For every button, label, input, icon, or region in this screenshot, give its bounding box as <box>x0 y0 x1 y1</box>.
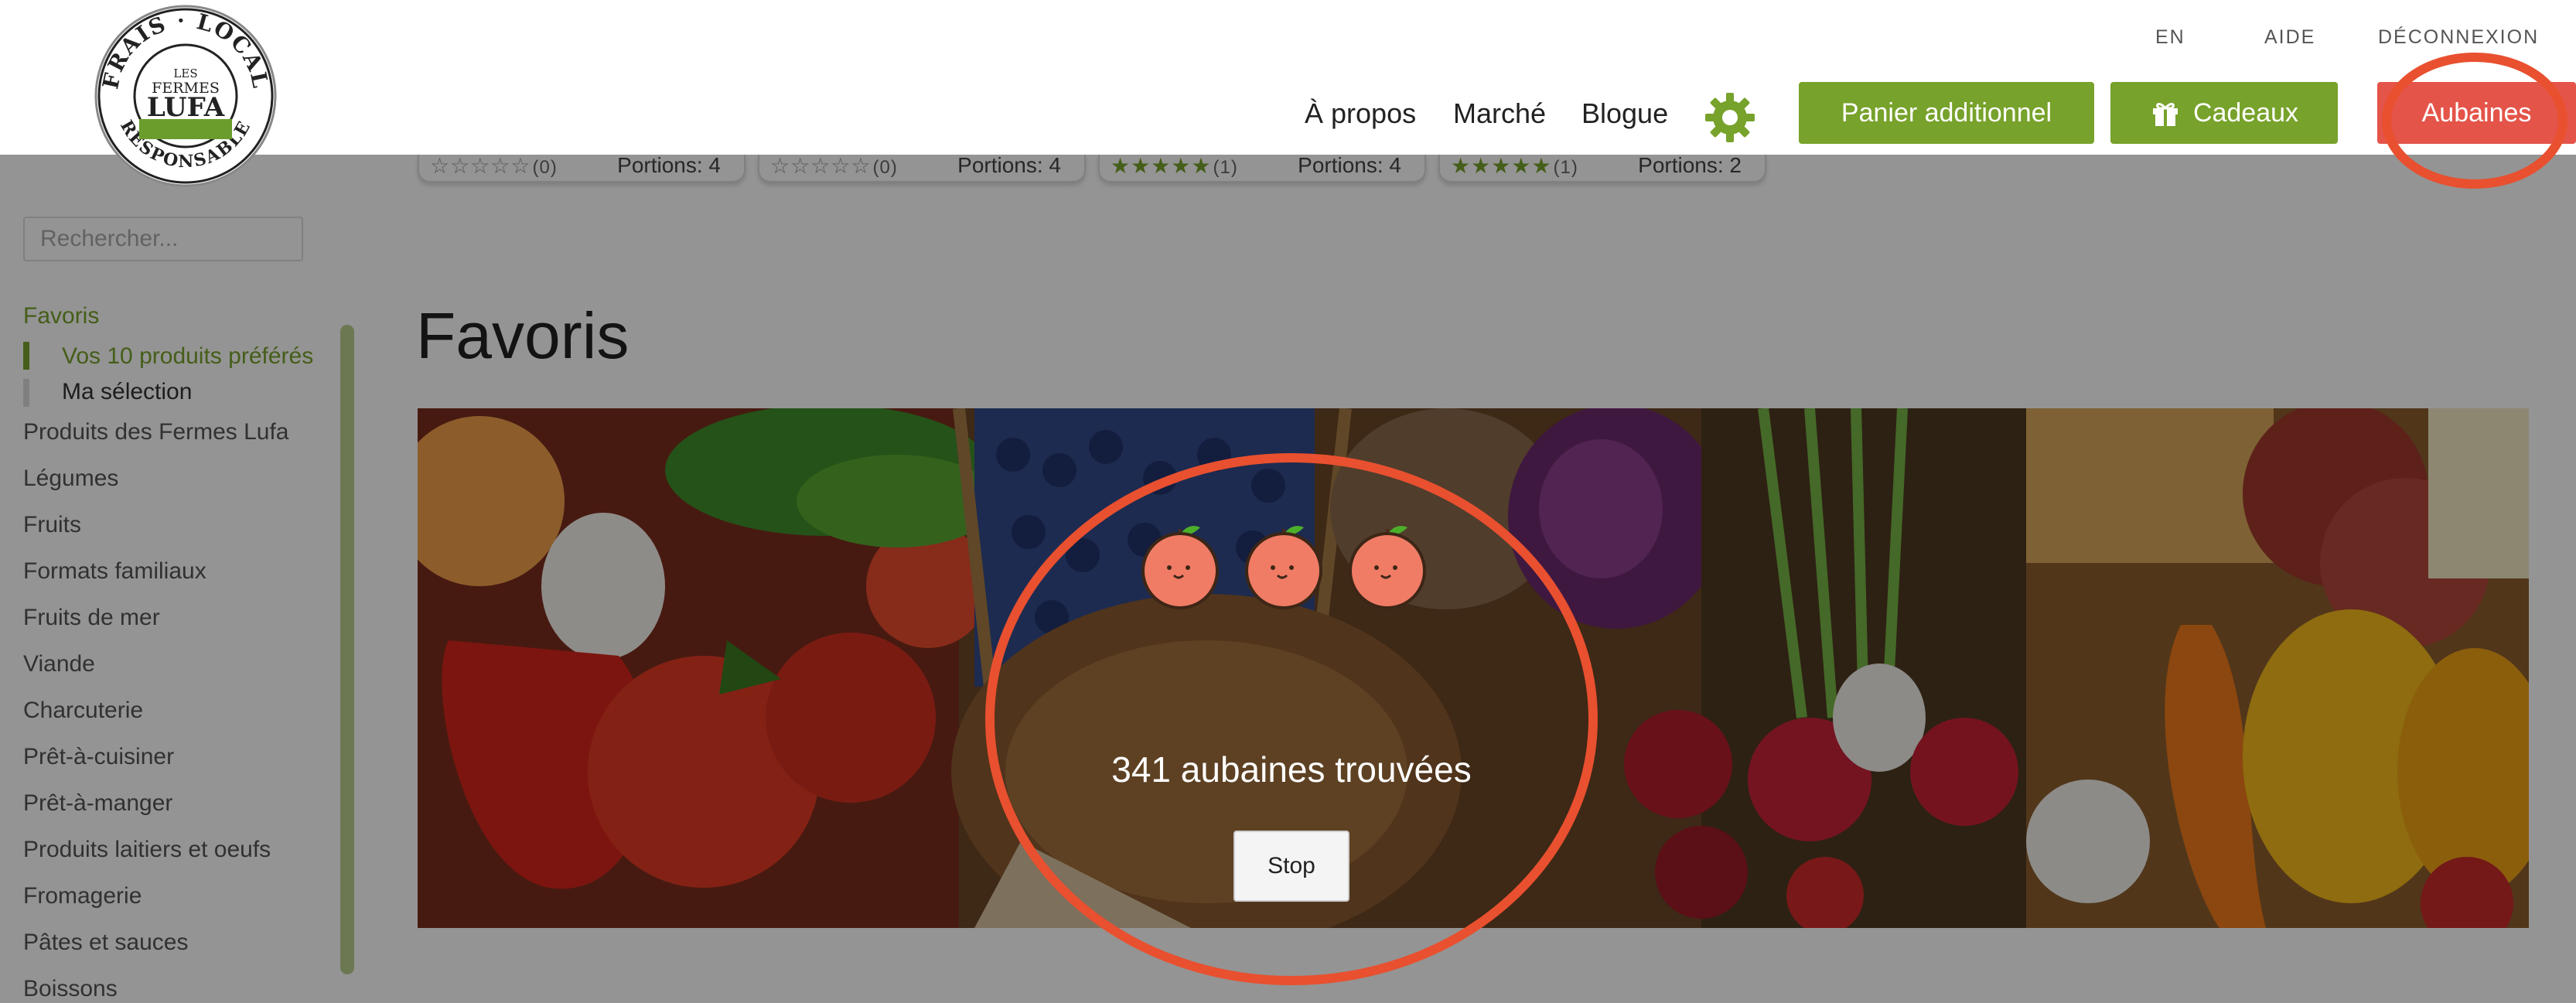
gift-icon <box>2152 103 2178 126</box>
logout-link[interactable]: DÉCONNEXION <box>2378 26 2539 49</box>
nav-market[interactable]: Marché <box>1453 97 1546 130</box>
top-utility-bar <box>0 0 2576 77</box>
gifts-button[interactable]: Cadeaux <box>2110 82 2338 144</box>
logo-line1: LES <box>173 67 197 80</box>
deals-button[interactable]: Aubaines <box>2377 82 2576 144</box>
help-link[interactable]: AIDE <box>2264 26 2315 49</box>
peach-icon <box>1245 526 1322 609</box>
lufa-farms-logo[interactable]: FRAIS · LOCAL RESPONSABLE LES FERMES LUF… <box>93 3 278 189</box>
deals-label: Aubaines <box>2421 97 2532 128</box>
language-link[interactable]: EN <box>2155 26 2185 49</box>
extra-basket-label: Panier additionnel <box>1841 97 2052 128</box>
extra-basket-button[interactable]: Panier additionnel <box>1799 82 2094 144</box>
gifts-label: Cadeaux <box>2192 97 2299 128</box>
deals-found-text: 341 aubaines trouvées <box>1111 749 1472 790</box>
nav-blog[interactable]: Blogue <box>1581 97 1668 130</box>
gear-icon[interactable] <box>1702 90 1758 145</box>
peach-icon <box>1349 526 1426 609</box>
peach-icon <box>1141 526 1219 609</box>
stop-button[interactable]: Stop <box>1233 831 1349 902</box>
logo-line3: LUFA <box>147 92 225 123</box>
nav-about[interactable]: À propos <box>1305 97 1416 130</box>
